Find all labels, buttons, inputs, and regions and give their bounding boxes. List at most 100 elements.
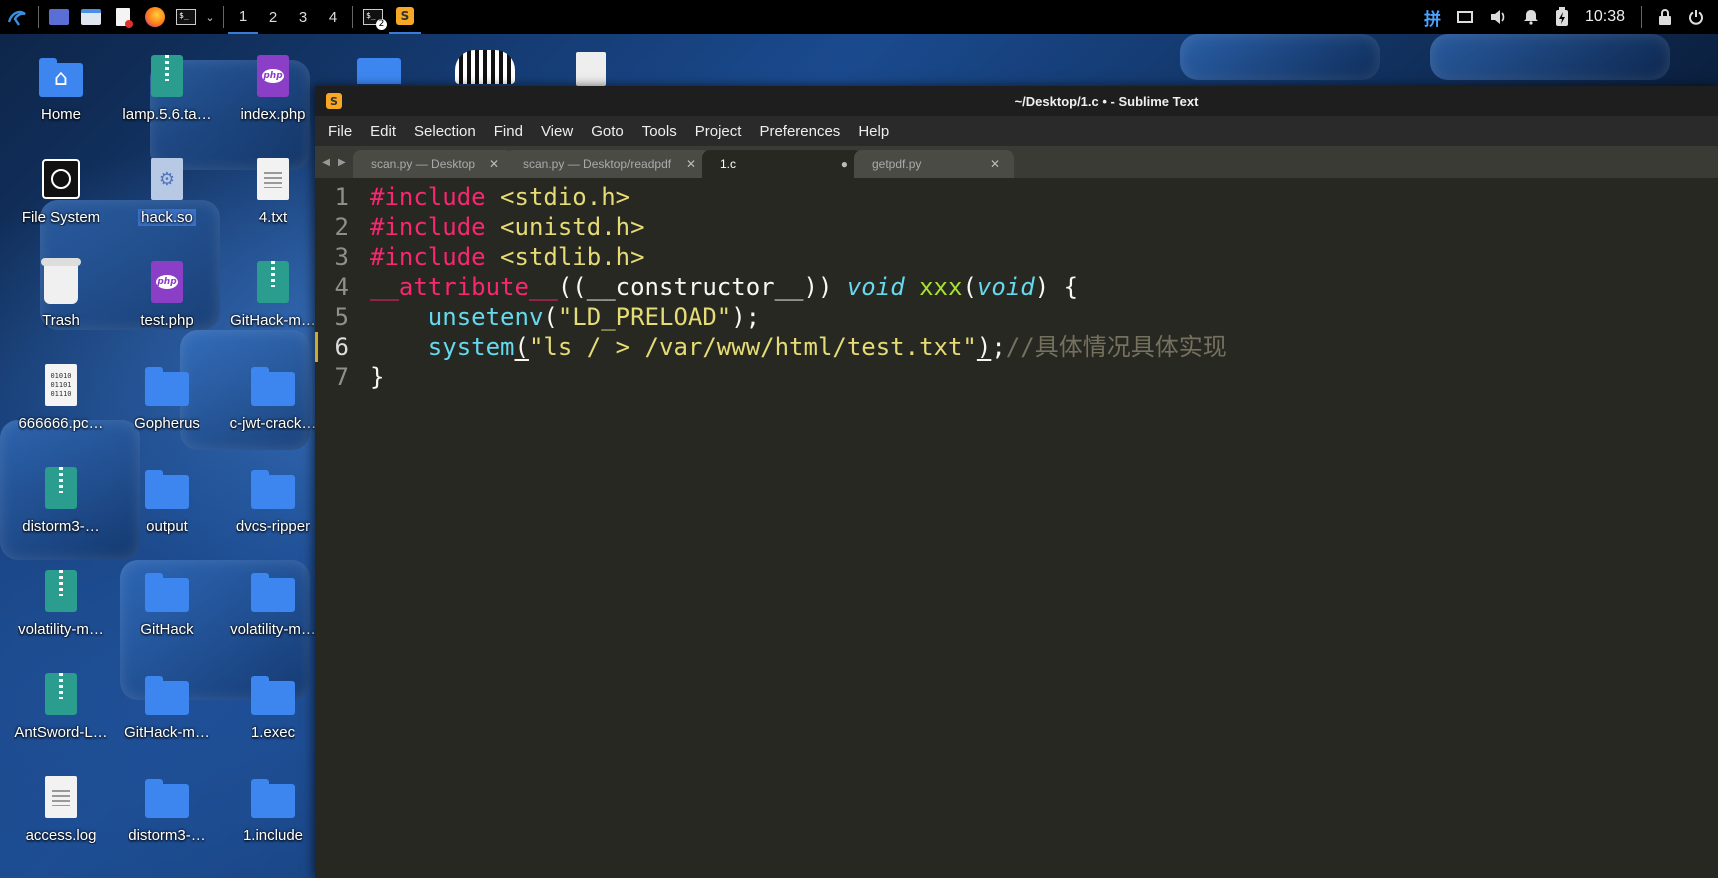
workspace-3[interactable]: 3	[288, 0, 318, 34]
power-icon[interactable]	[1688, 9, 1704, 25]
desktop-icon-home[interactable]: Home	[9, 52, 113, 123]
desktop-icon-label: distorm3-…	[22, 518, 100, 535]
folder-icon	[145, 470, 189, 509]
text-editor-launcher[interactable]	[107, 0, 139, 34]
desktop-icon-folder[interactable]: GitHack-m…	[115, 670, 219, 741]
kali-dragon-icon	[7, 10, 26, 26]
close-icon[interactable]: ✕	[990, 157, 1000, 171]
desktop-icon-label: test.php	[140, 312, 194, 329]
desktop-icon-label: Gopherus	[134, 415, 200, 432]
firefox-launcher[interactable]	[139, 0, 171, 34]
desktop-icon-archive[interactable]: distorm3-…	[9, 464, 113, 535]
unsaved-dot-icon[interactable]: ●	[841, 157, 848, 171]
php-file-icon: php	[257, 55, 289, 97]
menu-find[interactable]: Find	[485, 123, 532, 140]
battery-charging-icon[interactable]	[1555, 7, 1569, 27]
desktop-icon-binary[interactable]: 01010 01101 01110 666666.pc…	[9, 361, 113, 432]
desktop-icon-text[interactable]: 4.txt	[221, 155, 325, 226]
desktop-icon-folder[interactable]: volatility-m…	[221, 567, 325, 638]
workspace-1[interactable]: 1	[228, 0, 258, 34]
tab-scan-py-readpdf[interactable]: scan.py — Desktop/readpdf ✕	[505, 150, 710, 178]
code-line-current: 6 system("ls / > /var/www/html/test.txt"…	[315, 332, 1718, 362]
tab-scroll-arrows: ◀ ▶	[315, 146, 353, 178]
clock[interactable]: 10:38	[1585, 8, 1625, 26]
text-file-icon	[257, 158, 289, 200]
volume-icon[interactable]	[1489, 9, 1507, 25]
desktop-icon-php[interactable]: php test.php	[115, 258, 219, 329]
menu-file[interactable]: File	[319, 123, 361, 140]
desktop-icon-label: 4.txt	[258, 209, 288, 226]
code-editor[interactable]: 1 #include <stdio.h> 2 #include <unistd.…	[315, 178, 1718, 392]
menu-project[interactable]: Project	[686, 123, 751, 140]
lock-screen-icon[interactable]	[1658, 9, 1672, 25]
zebra-icon[interactable]	[455, 50, 515, 84]
folder-icon[interactable]	[357, 58, 401, 84]
drive-icon	[42, 159, 80, 199]
desktop-icon-label: GitHack-m…	[230, 312, 316, 329]
menu-preferences[interactable]: Preferences	[750, 123, 849, 140]
desktop-icon-text[interactable]: access.log	[9, 773, 113, 844]
menu-tools[interactable]: Tools	[633, 123, 686, 140]
desktop-icon-folder[interactable]: 1.exec	[221, 670, 325, 741]
desktop-icon-trash[interactable]: Trash	[9, 258, 113, 329]
binary-file-icon[interactable]	[576, 52, 606, 86]
close-icon[interactable]: ✕	[686, 157, 696, 171]
desktop-icon-folder[interactable]: output	[115, 464, 219, 535]
notification-bell-icon[interactable]	[1523, 9, 1539, 25]
desktop-icon-archive[interactable]: volatility-m…	[9, 567, 113, 638]
workspace-2[interactable]: 2	[258, 0, 288, 34]
home-folder-icon	[39, 58, 83, 97]
launcher-dropdown-button[interactable]: ⌄	[201, 0, 219, 34]
show-desktop-button[interactable]	[43, 0, 75, 34]
taskbar-terminal-group[interactable]: $_ 2	[357, 0, 389, 34]
folder-icon	[145, 779, 189, 818]
menu-selection[interactable]: Selection	[405, 123, 485, 140]
close-icon[interactable]: ✕	[489, 157, 499, 171]
desktop-icon-folder[interactable]: c-jwt-crack…	[221, 361, 325, 432]
trash-icon	[41, 258, 81, 304]
folder-icon	[251, 779, 295, 818]
menu-edit[interactable]: Edit	[361, 123, 405, 140]
window-titlebar[interactable]: S ~/Desktop/1.c • - Sublime Text	[315, 86, 1718, 116]
desktop-icon-folder[interactable]: GitHack	[115, 567, 219, 638]
desktop-icon-folder[interactable]: distorm3-…	[115, 773, 219, 844]
workspace-4[interactable]: 4	[318, 0, 348, 34]
desktop-icon-php[interactable]: php index.php	[221, 52, 325, 123]
menu-goto[interactable]: Goto	[582, 123, 633, 140]
menu-help[interactable]: Help	[849, 123, 898, 140]
desktop-icon-file-system[interactable]: File System	[9, 155, 113, 226]
tab-scan-py-desktop[interactable]: scan.py — Desktop ✕	[353, 150, 513, 178]
desktop-icon-folder[interactable]: Gopherus	[115, 361, 219, 432]
desktop-icon-label: index.php	[240, 106, 306, 123]
input-method-icon[interactable]: 拼	[1424, 5, 1441, 30]
display-icon[interactable]	[1456, 11, 1473, 23]
folder-icon	[251, 676, 295, 715]
archive-icon	[45, 673, 77, 715]
line-number: 4	[334, 273, 349, 301]
tab-scroll-right-icon[interactable]: ▶	[338, 157, 346, 168]
taskbar-sublime-text[interactable]: S	[389, 0, 421, 34]
desktop-icon-label: access.log	[25, 827, 97, 844]
desktop-icon-library[interactable]: ⚙ hack.so	[115, 155, 219, 226]
folder-icon	[145, 367, 189, 406]
file-manager-launcher[interactable]	[75, 0, 107, 34]
desktop-icon-label: File System	[21, 209, 101, 226]
window-count-badge: 2	[376, 19, 387, 30]
desktop-icon-archive[interactable]: lamp.5.6.ta…	[115, 52, 219, 123]
wallpaper-keycap	[1430, 34, 1670, 80]
menu-view[interactable]: View	[532, 123, 582, 140]
terminal-launcher[interactable]: $_	[171, 0, 201, 34]
tab-scroll-left-icon[interactable]: ◀	[322, 157, 330, 168]
desktop-icon-archive[interactable]: AntSword-L…	[9, 670, 113, 741]
chevron-down-icon: ⌄	[205, 10, 215, 24]
desktop-icon-folder[interactable]: 1.include	[221, 773, 325, 844]
kali-menu-button[interactable]	[0, 0, 34, 34]
desktop-icon-archive[interactable]: GitHack-m…	[221, 258, 325, 329]
desktop-icon-label: 1.include	[242, 827, 304, 844]
folder-icon	[251, 573, 295, 612]
code-line: 3 #include <stdlib.h>	[315, 242, 1718, 272]
tab-1-c[interactable]: 1.c ●	[702, 150, 862, 178]
tab-getpdf-py[interactable]: getpdf.py ✕	[854, 150, 1014, 178]
desktop-icon-label: volatility-m…	[230, 621, 316, 638]
desktop-icon-folder[interactable]: dvcs-ripper	[221, 464, 325, 535]
